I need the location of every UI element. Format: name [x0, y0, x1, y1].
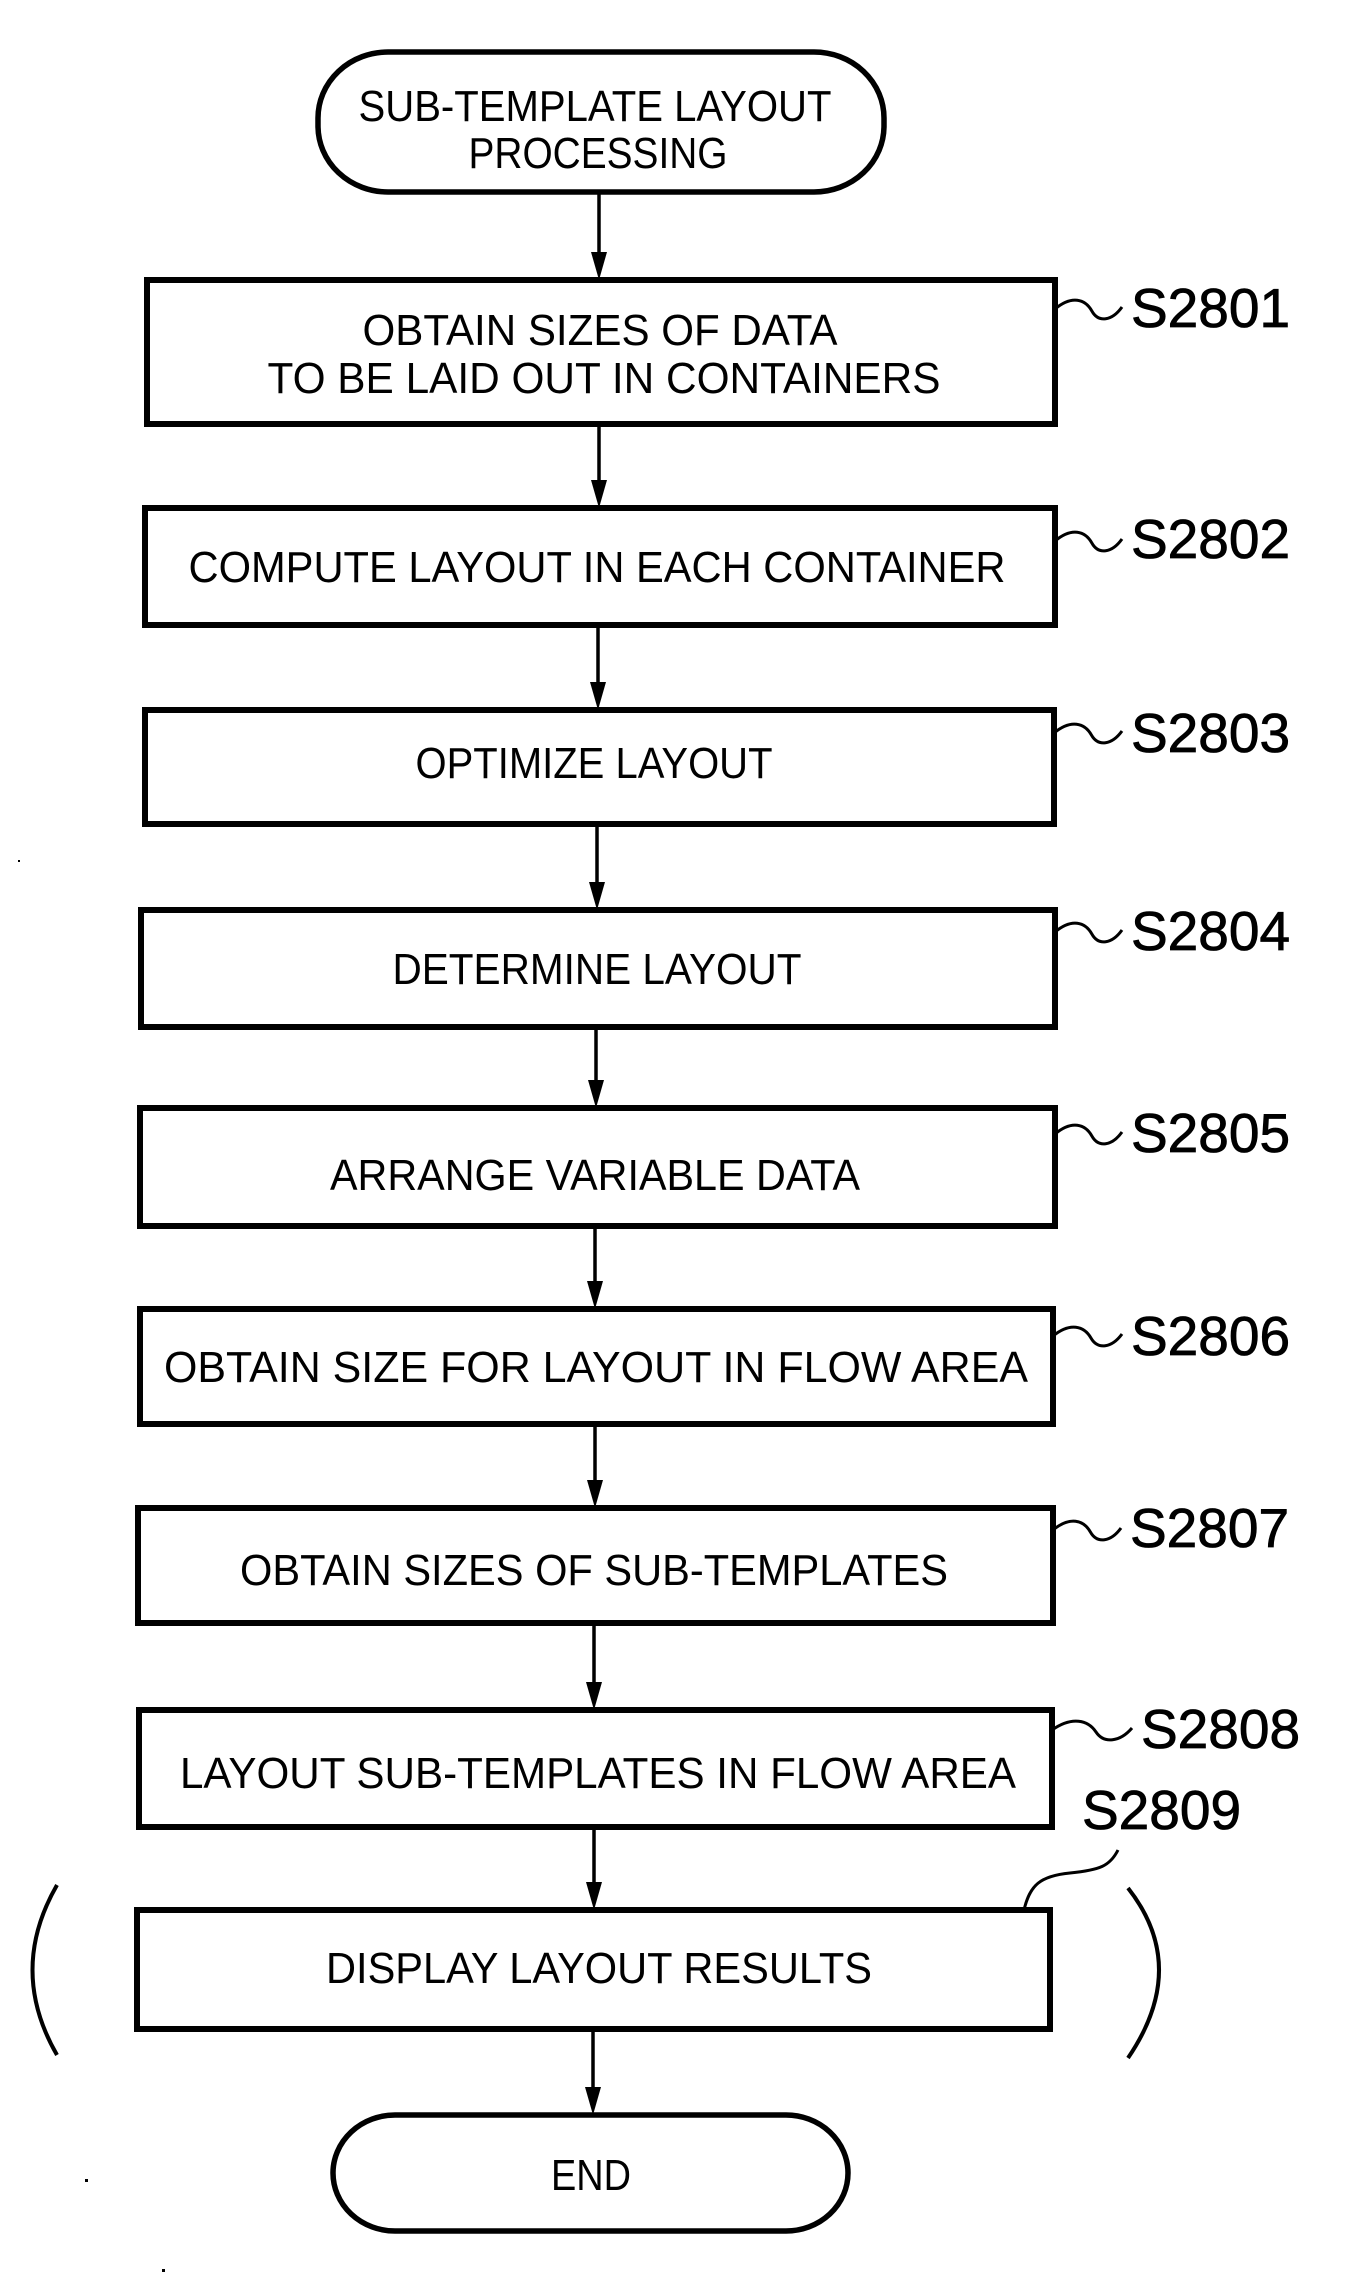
- start-terminal-text-line-1: SUB-TEMPLATE LAYOUT: [359, 82, 832, 131]
- step-reference-label: S2808: [1141, 1698, 1300, 1760]
- end-terminal: END: [330, 2112, 851, 2234]
- start-terminal-text-line-2: PROCESSING: [469, 129, 728, 178]
- process-box-text: ARRANGE VARIABLE DATA: [330, 1151, 861, 1200]
- process-box-text: LAYOUT SUB-TEMPLATES IN FLOW AREA: [180, 1749, 1017, 1798]
- process-box-text: TO BE LAID OUT IN CONTAINERS: [268, 354, 941, 403]
- step-reference-label: S2809: [1082, 1779, 1241, 1841]
- flowchart: SUB-TEMPLATE LAYOUT PROCESSING OBTAIN SI…: [0, 0, 1346, 2280]
- step-reference-label: S2801: [1131, 277, 1290, 339]
- process-box-text: DISPLAY LAYOUT RESULTS: [326, 1944, 872, 1993]
- process-box-text: OBTAIN SIZES OF DATA: [363, 306, 839, 355]
- step-reference-label: S2807: [1130, 1497, 1289, 1559]
- start-terminal: SUB-TEMPLATE LAYOUT PROCESSING: [315, 49, 887, 195]
- scan-speck: [85, 2179, 88, 2182]
- process-box-text: COMPUTE LAYOUT IN EACH CONTAINER: [189, 543, 1006, 592]
- process-box-text: DETERMINE LAYOUT: [393, 945, 802, 994]
- scan-speck: [162, 2269, 165, 2272]
- step-reference-label: S2806: [1131, 1305, 1290, 1367]
- process-box-text: OBTAIN SIZE FOR LAYOUT IN FLOW AREA: [164, 1343, 1029, 1392]
- step-reference-label: S2803: [1131, 702, 1290, 764]
- process-box-text: OPTIMIZE LAYOUT: [416, 739, 773, 788]
- end-terminal-text: END: [551, 2151, 631, 2200]
- step-reference-label: S2802: [1131, 508, 1290, 570]
- process-box-text: OBTAIN SIZES OF SUB-TEMPLATES: [240, 1546, 948, 1595]
- scan-speck: [18, 860, 20, 862]
- step-reference-label: S2805: [1131, 1102, 1290, 1164]
- step-reference-label: S2804: [1131, 900, 1290, 962]
